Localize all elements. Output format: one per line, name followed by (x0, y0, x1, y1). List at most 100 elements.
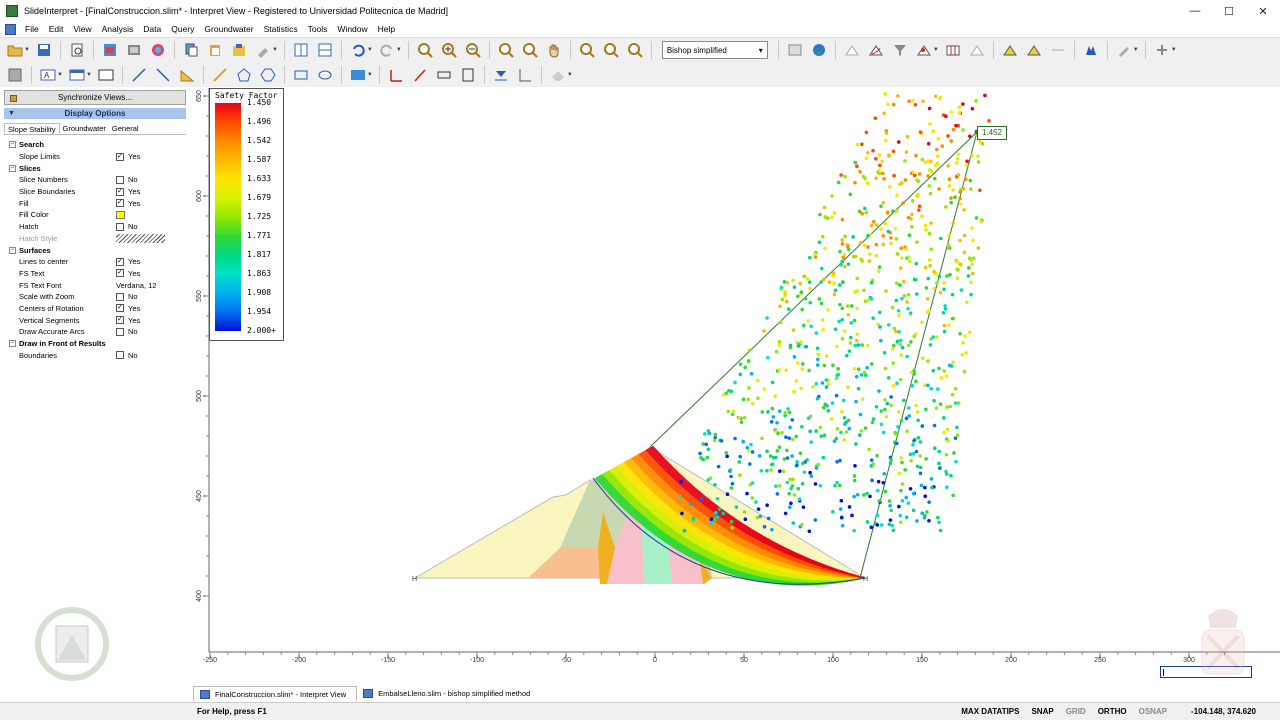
fs-label-icon[interactable] (96, 66, 116, 84)
line-icon[interactable] (129, 66, 149, 84)
prop-slice-numbers[interactable]: Slice Numbers No (4, 174, 186, 186)
select-icon[interactable] (5, 66, 25, 84)
menu-window[interactable]: Window (332, 24, 372, 34)
pan-hand-icon[interactable] (544, 41, 564, 59)
status-grid[interactable]: GRID (1060, 707, 1092, 716)
prop-value[interactable] (116, 233, 165, 243)
prop-fill[interactable]: Fill Yes (4, 197, 186, 209)
angle-icon[interactable] (386, 66, 406, 84)
menu-tools[interactable]: Tools (303, 24, 333, 34)
group-slices[interactable]: − Slices (4, 162, 186, 175)
properties-icon[interactable] (229, 41, 249, 59)
status-max-datatips[interactable]: MAX DATATIPS (955, 707, 1025, 716)
minimize-button[interactable]: — (1178, 0, 1212, 22)
prop-value[interactable]: No (116, 327, 138, 336)
split-vertical-icon[interactable] (291, 41, 311, 59)
collapse-icon[interactable]: − (9, 141, 16, 149)
contour-icon[interactable] (1048, 41, 1068, 59)
screenshot-icon[interactable] (124, 41, 144, 59)
prop-value[interactable]: No (116, 222, 138, 231)
zoom-slope-icon[interactable] (625, 41, 645, 59)
checkbox[interactable] (116, 327, 124, 336)
measure-distance-icon[interactable] (434, 66, 454, 84)
prop-value[interactable]: No (116, 175, 138, 184)
safety-factor-legend[interactable]: Safety Factor 1.450 1.496 1.542 1.587 1.633 1… (209, 88, 284, 341)
rectangle-icon[interactable] (291, 66, 311, 84)
show-surface-icon[interactable] (967, 41, 987, 59)
menu-help[interactable]: Help (373, 24, 400, 34)
prop-hatch-style[interactable]: Hatch Style (4, 233, 186, 245)
zoom-all-icon[interactable] (415, 41, 435, 59)
prop-slice-boundaries[interactable]: Slice Boundaries Yes (4, 186, 186, 198)
synchronize-views-button[interactable]: Synchronize Views... (4, 90, 186, 105)
prop-value[interactable]: Verdana, 12 (116, 281, 156, 290)
copy-icon[interactable] (181, 41, 201, 59)
checkbox[interactable] (116, 222, 124, 231)
checkbox[interactable] (116, 187, 124, 196)
all-surfaces-icon[interactable] (1000, 41, 1020, 59)
prop-value[interactable]: Yes (116, 152, 140, 161)
menu-file[interactable]: File (20, 24, 44, 34)
undo-icon[interactable] (348, 41, 368, 59)
print-preview-icon[interactable] (67, 41, 87, 59)
collapse-icon[interactable]: − (9, 340, 16, 348)
checkbox[interactable] (116, 198, 124, 208)
prop-value[interactable] (116, 210, 125, 219)
measure-area-icon[interactable] (458, 66, 478, 84)
status-snap[interactable]: SNAP (1025, 707, 1059, 716)
color-wheel-icon[interactable] (148, 41, 168, 59)
tab-general[interactable]: General (109, 123, 142, 134)
redo-icon[interactable] (377, 41, 397, 59)
prop-value[interactable]: Yes (116, 303, 140, 313)
document-icon[interactable] (5, 23, 16, 35)
water-level-icon[interactable] (491, 66, 511, 84)
checkbox[interactable] (116, 257, 124, 266)
checkbox[interactable] (116, 175, 124, 184)
show-slices-icon[interactable] (943, 41, 963, 59)
collapse-icon[interactable]: − (9, 246, 16, 254)
checkbox[interactable] (116, 292, 124, 301)
prop-value[interactable]: Yes (116, 187, 140, 196)
tools-icon[interactable] (253, 41, 273, 59)
prop-draw-accurate-arcs[interactable]: Draw Accurate Arcs No (4, 326, 186, 338)
prop-value[interactable]: No (116, 292, 138, 301)
menu-view[interactable]: View (68, 24, 96, 34)
minimum-surface-icon[interactable] (866, 41, 886, 59)
color-swatch[interactable] (116, 210, 125, 219)
prop-fill-color[interactable]: Fill Color (4, 209, 186, 221)
menu-statistics[interactable]: Statistics (259, 24, 303, 34)
water-table-icon[interactable] (1081, 41, 1101, 59)
maximize-button[interactable]: ☐ (1212, 0, 1246, 22)
status-ortho[interactable]: ORTHO (1092, 707, 1133, 716)
info-viewer-icon[interactable] (785, 41, 805, 59)
prop-scale-with-zoom[interactable]: Scale with Zoom No (4, 291, 186, 303)
table-icon[interactable] (67, 66, 87, 84)
prop-value[interactable]: Yes (116, 198, 140, 208)
zoom-in-icon[interactable] (439, 41, 459, 59)
model-canvas-drawing[interactable]: -250 -200 -150 -100 -50 0 50 100 150 200 250 300650… (193, 88, 1280, 664)
group-surfaces[interactable]: − Surfaces (4, 244, 186, 256)
collapse-chevron-icon[interactable]: ▼ (8, 108, 15, 119)
doc-tab-interpret-view[interactable]: FinalConstruccion.slim* - Interpret View (193, 686, 358, 701)
paste-icon[interactable] (205, 41, 225, 59)
prop-fs-text-font[interactable]: FS Text Font Verdana, 12 (4, 279, 186, 291)
menu-analysis[interactable]: Analysis (97, 24, 139, 34)
status-osnap[interactable]: OSNAP (1133, 707, 1173, 716)
globe-icon[interactable] (809, 41, 829, 59)
polyline-icon[interactable] (210, 66, 230, 84)
prop-hatch[interactable]: Hatch No (4, 221, 186, 233)
ellipse-icon[interactable] (315, 66, 335, 84)
prop-vertical-segments[interactable]: Vertical Segments Yes (4, 314, 186, 326)
menu-groundwater[interactable]: Groundwater (199, 24, 258, 34)
axis-icon[interactable] (515, 66, 535, 84)
zoom-out-icon[interactable] (463, 41, 483, 59)
doc-tab-embalse-lleno[interactable]: EmbalseLleno.slim - bishop simplified me… (357, 686, 540, 701)
prop-slope-limits[interactable]: Slope Limits Yes (4, 151, 186, 163)
zoom-window-icon[interactable] (496, 41, 516, 59)
zoom-extents-icon[interactable] (520, 41, 540, 59)
checkbox[interactable] (116, 268, 124, 278)
hatch-pattern-swatch[interactable] (116, 233, 165, 243)
group-draw-in-front-of-results[interactable]: − Draw in Front of Results (4, 337, 186, 350)
zoom-previous-icon[interactable] (577, 41, 597, 59)
image-insert-icon[interactable] (348, 66, 368, 84)
